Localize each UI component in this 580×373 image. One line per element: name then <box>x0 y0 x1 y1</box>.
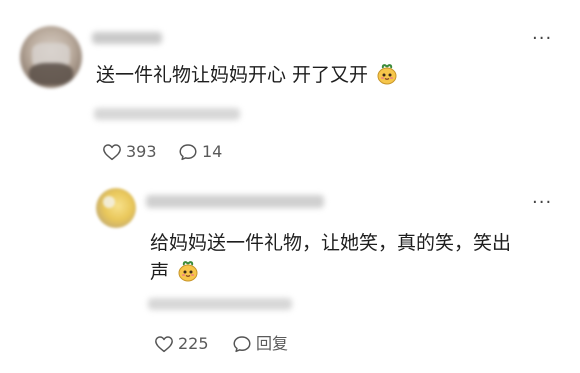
reply-like-button[interactable]: 225 <box>154 334 209 354</box>
reply-action-label: 回复 <box>256 334 289 353</box>
reply-action-button[interactable]: 回复 <box>232 334 288 354</box>
mango-emoji-icon <box>377 64 397 85</box>
comment-text: 送一件礼物让妈妈开心 开了又开 <box>96 62 398 88</box>
replier-avatar[interactable] <box>96 188 136 228</box>
comment-body: 送一件礼物让妈妈开心 开了又开 <box>96 64 369 86</box>
heart-icon <box>103 144 121 161</box>
comment-reply-count: 14 <box>202 142 223 161</box>
commenter-username[interactable] <box>92 32 162 44</box>
reply-text-line-1: 给妈妈送一件礼物，让她笑，真的笑，笑出 <box>150 232 512 254</box>
replier-username[interactable] <box>146 195 324 208</box>
comment-timestamp-location <box>94 108 240 120</box>
reply-timestamp-location <box>148 298 292 310</box>
mango-emoji-icon <box>178 261 198 282</box>
commenter-avatar[interactable] <box>20 26 82 88</box>
reply-body-end: 声 <box>150 261 170 283</box>
comment-like-count: 393 <box>126 142 157 161</box>
comment-like-button[interactable]: 393 <box>102 142 157 162</box>
comment-reply-count-button[interactable]: 14 <box>178 142 222 162</box>
reply-like-count: 225 <box>178 334 209 353</box>
heart-icon <box>155 336 173 353</box>
reply-text-line-2: 声 <box>150 259 199 285</box>
speech-bubble-icon <box>233 336 251 353</box>
reply-more-button[interactable]: ··· <box>532 192 552 213</box>
speech-bubble-icon <box>179 144 197 161</box>
comment-more-button[interactable]: ··· <box>532 28 552 49</box>
